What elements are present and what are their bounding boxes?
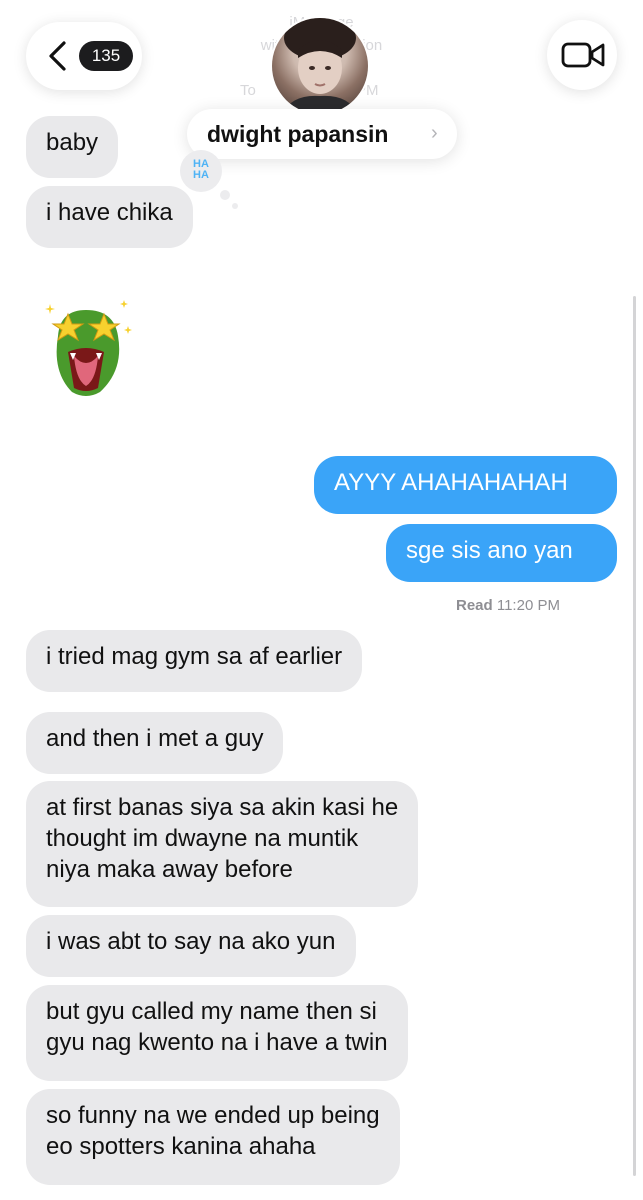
faded-time-left: To (240, 82, 256, 99)
message-bubble-incoming[interactable]: but gyu called my name then si gyu nag k… (26, 985, 408, 1081)
dinosaur-memoji-icon (45, 300, 132, 396)
video-camera-icon (561, 42, 605, 68)
tapback-tail-dot (232, 203, 238, 209)
chevron-left-icon (49, 41, 66, 71)
contact-name-button[interactable]: dwight papansin › (187, 109, 457, 159)
chevron-right-icon: › (431, 122, 438, 144)
message-bubble-outgoing[interactable]: sge sis ano yan (386, 524, 617, 582)
read-receipt: Read 11:20 PM (456, 597, 560, 614)
video-call-button[interactable] (547, 20, 617, 90)
message-bubble-incoming[interactable]: i tried mag gym sa af earlier (26, 630, 363, 692)
back-button[interactable]: 135 (26, 22, 142, 90)
message-bubble-incoming[interactable]: and then i met a guy (26, 712, 284, 774)
read-status: Read (456, 597, 493, 614)
message-bubble-outgoing[interactable]: AYYY AHAHAHAHAH (314, 456, 617, 514)
message-bubble-incoming[interactable]: i was abt to say na ako yun (26, 915, 356, 977)
message-bubble-incoming[interactable]: so funny na we ended up being eo spotter… (26, 1089, 400, 1185)
message-bubble-incoming[interactable]: i have chika (26, 186, 193, 248)
haha-tapback-icon[interactable]: HA HA (180, 150, 222, 192)
unread-count-badge: 135 (79, 41, 133, 71)
avatar-image (282, 18, 358, 114)
message-bubble-incoming[interactable]: baby (26, 116, 119, 178)
scrollbar[interactable] (633, 296, 636, 1176)
tapback-line2: HA (193, 169, 209, 181)
contact-name: dwight papansin (207, 121, 389, 147)
read-time: 11:20 PM (496, 597, 560, 614)
message-bubble-incoming[interactable]: at first banas siya sa akin kasi he thou… (26, 781, 419, 907)
tapback-tail-dot (220, 190, 230, 200)
contact-avatar[interactable] (272, 18, 368, 114)
